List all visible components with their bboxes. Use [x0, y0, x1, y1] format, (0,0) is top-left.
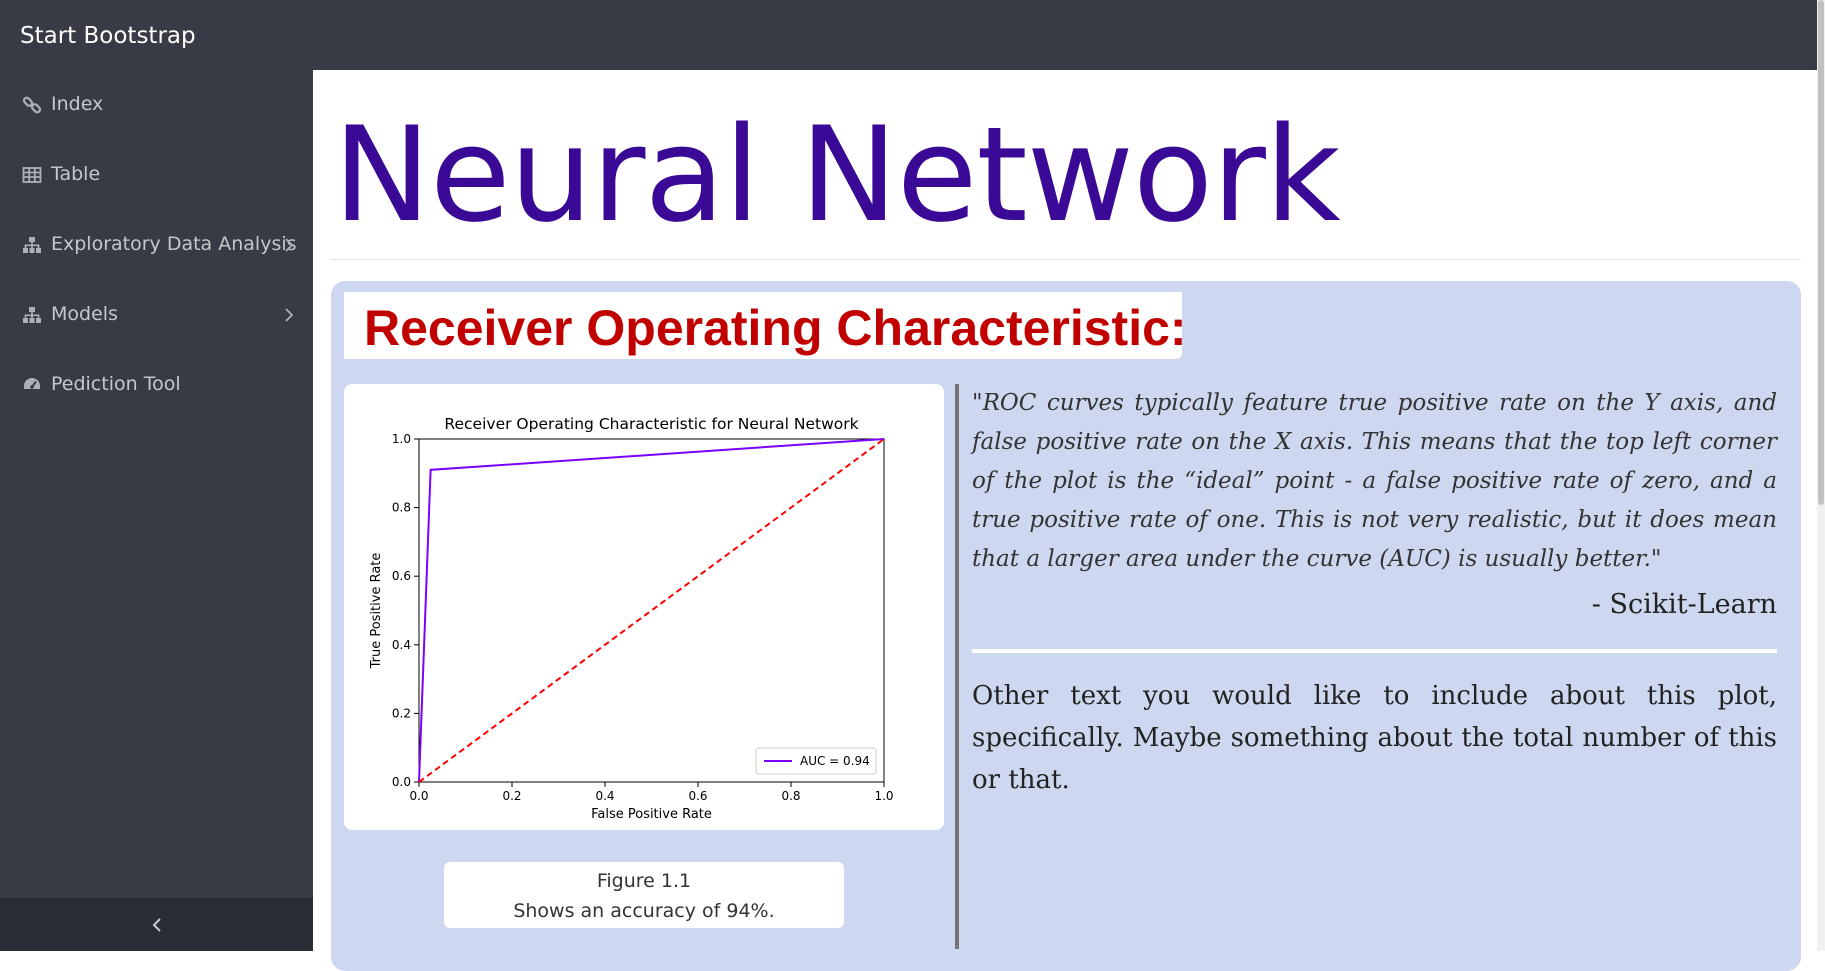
chart-title: Receiver Operating Characteristic for Ne…: [444, 415, 858, 433]
body-text: Other text you would like to include abo…: [972, 681, 1777, 795]
x-tick-label: 0.4: [595, 789, 614, 803]
chevron-left-icon[interactable]: [149, 916, 165, 934]
x-tick-label: 0.6: [688, 789, 707, 803]
scrollbar-thumb[interactable]: [1818, 0, 1824, 505]
y-tick-label: 0.6: [392, 569, 411, 583]
legend-label: AUC = 0.94: [800, 754, 870, 768]
horizontal-divider: [972, 649, 1777, 653]
y-tick-label: 0.2: [392, 706, 411, 720]
sidebar-item-prediction-tool[interactable]: Pediction Tool: [0, 350, 313, 420]
vertical-divider: [955, 384, 959, 949]
y-tick-label: 1.0: [392, 432, 411, 446]
quote-text: "ROC curves typically feature true posit…: [972, 390, 1777, 572]
top-navbar: Start Bootstrap: [0, 0, 1825, 70]
sidebar: Index Table Exploratory Data Analysis Mo…: [0, 70, 313, 951]
brand-link[interactable]: Start Bootstrap: [20, 0, 196, 73]
sidebar-item-label: Index: [51, 93, 104, 115]
chevron-right-icon: [285, 238, 294, 252]
link-icon: [22, 96, 42, 114]
roc-chart-panel: Receiver Operating Characteristic for Ne…: [344, 384, 944, 830]
sidebar-item-index[interactable]: Index: [0, 70, 313, 140]
page-title: Neural Network: [333, 98, 1341, 251]
x-tick-label: 0.0: [409, 789, 428, 803]
figure-caption: Figure 1.1 Shows an accuracy of 94%.: [444, 862, 844, 928]
sidebar-footer: [0, 898, 313, 951]
y-axis-label: True Positive Rate: [369, 553, 384, 670]
dashboard-icon: [24, 378, 40, 389]
sidebar-item-models[interactable]: Models: [0, 280, 313, 350]
sidebar-item-eda[interactable]: Exploratory Data Analysis: [0, 210, 313, 280]
quote-attribution: - Scikit-Learn: [1591, 589, 1777, 620]
chevron-right-icon: [285, 308, 294, 322]
scrollbar-track[interactable]: [1817, 0, 1825, 951]
y-tick-label: 0.8: [392, 501, 411, 515]
y-tick-label: 0.4: [392, 638, 411, 652]
roc-chart: Receiver Operating Characteristic for Ne…: [369, 415, 894, 822]
y-tick-label: 0.0: [392, 775, 411, 789]
sidebar-item-table[interactable]: Table: [0, 140, 313, 210]
figure-caption-text: Shows an accuracy of 94%.: [513, 900, 775, 922]
x-tick-label: 0.8: [781, 789, 800, 803]
table-icon: [22, 167, 42, 183]
baseline-series-line: [418, 438, 885, 783]
section-title: Receiver Operating Characteristic:: [364, 300, 1187, 356]
sidebar-item-label: Pediction Tool: [51, 373, 181, 395]
section-heading: Receiver Operating Characteristic:: [344, 292, 1187, 359]
title-divider: [331, 259, 1801, 260]
x-tick-label: 0.2: [502, 789, 521, 803]
sidebar-item-label: Table: [51, 163, 101, 185]
sitemap-icon: [23, 237, 41, 253]
figure-caption-label: Figure 1.1: [596, 870, 692, 892]
sidebar-item-label: Models: [51, 303, 118, 325]
x-tick-label: 1.0: [874, 789, 893, 803]
sitemap-icon: [23, 307, 41, 323]
x-axis-label: False Positive Rate: [591, 807, 712, 822]
sidebar-item-label: Exploratory Data Analysis: [51, 233, 297, 255]
